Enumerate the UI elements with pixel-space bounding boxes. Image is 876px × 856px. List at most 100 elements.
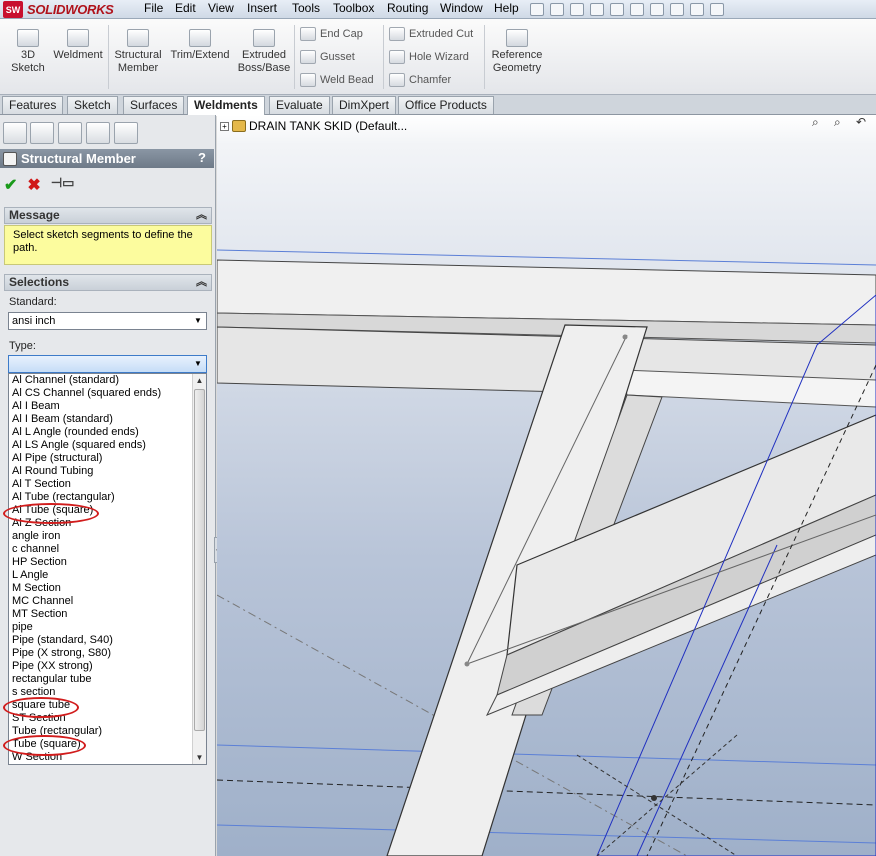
extruded-boss-button[interactable]: Extruded Boss/Base bbox=[236, 29, 292, 75]
type-option[interactable]: Al Tube (rectangular) bbox=[9, 491, 206, 504]
type-option[interactable]: Al T Section bbox=[9, 478, 206, 491]
tab-features[interactable]: Features bbox=[2, 96, 64, 114]
quick-access-toolbar bbox=[530, 1, 724, 17]
type-option[interactable]: Al Channel (standard) bbox=[9, 374, 206, 387]
dropdown-scrollbar[interactable]: ▲ ▼ bbox=[192, 374, 206, 764]
menu-tools[interactable]: Tools bbox=[292, 1, 320, 15]
standard-select[interactable]: ansi inch ▼ bbox=[8, 312, 207, 330]
undo-icon[interactable] bbox=[630, 2, 644, 16]
gusset-button[interactable]: Gusset bbox=[300, 50, 355, 64]
message-box: Select sketch segments to define the pat… bbox=[4, 225, 212, 265]
collapse-icon: ︽ bbox=[196, 276, 207, 288]
chamfer-button[interactable]: Chamfer bbox=[389, 73, 451, 87]
hole-wizard-button[interactable]: Hole Wizard bbox=[389, 50, 469, 64]
collapse-icon: ︽ bbox=[196, 209, 207, 221]
file-properties-icon[interactable] bbox=[690, 2, 704, 16]
weldment-button[interactable]: Weldment bbox=[52, 29, 104, 62]
type-option[interactable]: M Section bbox=[9, 582, 206, 595]
menu-toolbox[interactable]: Toolbox bbox=[333, 1, 374, 15]
type-select[interactable]: ▼ bbox=[8, 355, 207, 373]
zoom-to-fit-icon[interactable]: ⌕ bbox=[812, 115, 828, 131]
menu-insert[interactable]: Insert bbox=[247, 1, 277, 15]
scroll-down-icon[interactable]: ▼ bbox=[193, 751, 206, 764]
type-option[interactable]: Al LS Angle (squared ends) bbox=[9, 439, 206, 452]
menu-view[interactable]: View bbox=[208, 1, 234, 15]
new-document-icon[interactable] bbox=[550, 2, 564, 16]
type-option[interactable]: angle iron bbox=[9, 530, 206, 543]
menu-edit[interactable]: Edit bbox=[175, 1, 196, 15]
pin-icon[interactable] bbox=[530, 2, 544, 16]
save-icon[interactable] bbox=[590, 2, 604, 16]
tab-dimxpert[interactable]: DimXpert bbox=[332, 96, 397, 114]
menu-routing[interactable]: Routing bbox=[387, 1, 428, 15]
type-option[interactable]: Al I Beam (standard) bbox=[9, 413, 206, 426]
feature-tree-root[interactable]: + DRAIN TANK SKID (Default... bbox=[220, 119, 407, 133]
menu-help[interactable]: Help bbox=[494, 1, 519, 15]
cancel-button[interactable]: ✖ bbox=[27, 175, 40, 195]
message-group-header[interactable]: Message ︽ bbox=[4, 207, 212, 224]
structural-member-icon bbox=[127, 29, 149, 47]
pm-title-bar: Structural Member ? bbox=[0, 149, 214, 168]
type-option[interactable]: Pipe (standard, S40) bbox=[9, 634, 206, 647]
tab-sketch[interactable]: Sketch bbox=[67, 96, 118, 114]
display-manager-icon[interactable] bbox=[114, 122, 138, 144]
type-option[interactable]: Al Pipe (structural) bbox=[9, 452, 206, 465]
tab-weldments[interactable]: Weldments bbox=[187, 96, 265, 116]
manager-tabs bbox=[0, 120, 216, 146]
expand-icon[interactable]: + bbox=[220, 121, 229, 131]
trim-extend-button[interactable]: Trim/Extend bbox=[170, 29, 230, 62]
trim-extend-icon bbox=[189, 29, 211, 47]
highlight-circle bbox=[3, 697, 79, 718]
menu-window[interactable]: Window bbox=[440, 1, 483, 15]
type-option[interactable]: Pipe (XX strong) bbox=[9, 660, 206, 673]
type-option[interactable]: MT Section bbox=[9, 608, 206, 621]
ok-button[interactable]: ✔ bbox=[4, 175, 17, 195]
message-header: Message bbox=[9, 208, 60, 222]
type-option[interactable]: Al I Beam bbox=[9, 400, 206, 413]
type-option[interactable]: rectangular tube bbox=[9, 673, 206, 686]
separator bbox=[294, 25, 295, 89]
model-view bbox=[217, 249, 876, 856]
help-button[interactable]: ? bbox=[198, 150, 206, 165]
3d-sketch-button[interactable]: 3D Sketch bbox=[8, 29, 48, 75]
options-icon[interactable] bbox=[710, 2, 724, 16]
menu-bar: SW SOLIDWORKS File Edit View Insert Tool… bbox=[0, 0, 876, 19]
select-icon[interactable] bbox=[650, 2, 664, 16]
zoom-to-area-icon[interactable]: ⌕ bbox=[834, 115, 850, 131]
open-icon[interactable] bbox=[570, 2, 584, 16]
menu-file[interactable]: File bbox=[144, 1, 163, 15]
scroll-thumb[interactable] bbox=[194, 389, 205, 731]
print-icon[interactable] bbox=[610, 2, 624, 16]
tab-evaluate[interactable]: Evaluate bbox=[269, 96, 330, 114]
pushpin-button[interactable]: ⊣▭ bbox=[51, 175, 75, 195]
tab-surfaces[interactable]: Surfaces bbox=[123, 96, 185, 114]
gusset-label: Gusset bbox=[320, 51, 355, 63]
type-option[interactable]: L Angle bbox=[9, 569, 206, 582]
rebuild-icon[interactable] bbox=[670, 2, 684, 16]
type-option[interactable]: Al L Angle (rounded ends) bbox=[9, 426, 206, 439]
end-cap-button[interactable]: End Cap bbox=[300, 27, 363, 41]
reference-geometry-button[interactable]: Reference Geometry bbox=[488, 29, 546, 75]
weld-bead-button[interactable]: Weld Bead bbox=[300, 73, 374, 87]
type-option[interactable]: Al Round Tubing bbox=[9, 465, 206, 478]
selections-group-header[interactable]: Selections ︽ bbox=[4, 274, 212, 291]
type-option[interactable]: Al CS Channel (squared ends) bbox=[9, 387, 206, 400]
type-option[interactable]: Pipe (X strong, S80) bbox=[9, 647, 206, 660]
graphics-area[interactable]: + DRAIN TANK SKID (Default... ⌕ ⌕ ↶ bbox=[217, 115, 876, 856]
previous-view-icon[interactable]: ↶ bbox=[856, 115, 872, 131]
tree-root-label: DRAIN TANK SKID (Default... bbox=[249, 119, 408, 133]
type-option[interactable]: HP Section bbox=[9, 556, 206, 569]
scroll-up-icon[interactable]: ▲ bbox=[193, 374, 206, 387]
type-option[interactable]: MC Channel bbox=[9, 595, 206, 608]
dimxpert-manager-icon[interactable] bbox=[86, 122, 110, 144]
extruded-cut-button[interactable]: Extruded Cut bbox=[389, 27, 473, 41]
structural-member-button[interactable]: Structural Member bbox=[112, 29, 164, 75]
type-option[interactable]: pipe bbox=[9, 621, 206, 634]
assembly-icon bbox=[232, 120, 246, 132]
type-option[interactable]: c channel bbox=[9, 543, 206, 556]
property-manager-icon[interactable] bbox=[30, 122, 54, 144]
feature-manager-icon[interactable] bbox=[3, 122, 27, 144]
configuration-manager-icon[interactable] bbox=[58, 122, 82, 144]
tab-office-products[interactable]: Office Products bbox=[398, 96, 494, 114]
solidworks-logo[interactable]: SW SOLIDWORKS bbox=[3, 1, 114, 18]
